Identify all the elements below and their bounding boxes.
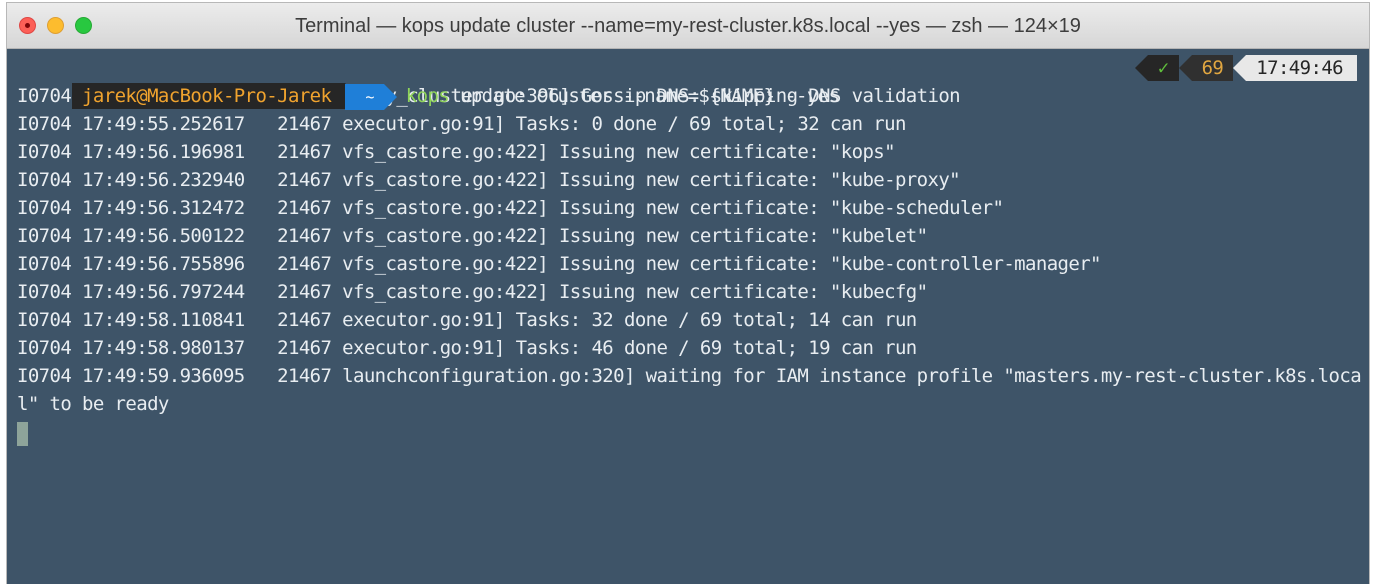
output-line: I0704 17:49:56.196981 21467 vfs_castore.… [17, 141, 896, 163]
output-line: I0704 17:49:56.500122 21467 vfs_castore.… [17, 225, 928, 247]
window-title: Terminal — kops update cluster --name=my… [295, 15, 1081, 37]
text-cursor [17, 421, 28, 446]
prompt-user-host: jarek@MacBook-Pro-Jarek [72, 83, 359, 109]
output-line: I0704 17:49:56.797244 21467 vfs_castore.… [17, 281, 928, 303]
title-bar[interactable]: Terminal — kops update cluster --name=my… [7, 3, 1369, 49]
status-ok-icon: ✓ [1134, 55, 1179, 81]
output-line: I0704 17:49:56.755896 21467 vfs_castore.… [17, 253, 1102, 275]
output-line: I0704 17:49:56.312472 21467 vfs_castore.… [17, 197, 1004, 219]
output-line: I0704 17:49:58.110841 21467 executor.go:… [17, 309, 917, 331]
prompt-time: 17:49:46 [1233, 55, 1357, 81]
history-number: 69 [1178, 55, 1234, 81]
right-prompt: ✓ 69 17:49:46 [1134, 55, 1357, 81]
cursor-line [17, 418, 1369, 446]
prompt-directory: ~ [345, 84, 398, 110]
terminal-window: Terminal — kops update cluster --name=my… [6, 2, 1370, 584]
command-name: kops [405, 85, 450, 107]
output-line: l" to be ready [17, 393, 169, 415]
output-line: I0704 17:49:56.232940 21467 vfs_castore.… [17, 169, 961, 191]
terminal-content[interactable]: jarek@MacBook-Pro-Jarek ~ kops update clus… [7, 50, 1369, 584]
command-args: update cluster --name=${NAME} --yes [449, 85, 840, 107]
prompt-line: jarek@MacBook-Pro-Jarek ~ kops update clus… [17, 54, 1369, 110]
output-line: I0704 17:49:59.936095 21467 launchconfig… [17, 365, 1362, 387]
output-line: I0704 17:49:58.980137 21467 executor.go:… [17, 337, 917, 359]
output-line: I0704 17:49:55.252617 21467 executor.go:… [17, 113, 906, 135]
